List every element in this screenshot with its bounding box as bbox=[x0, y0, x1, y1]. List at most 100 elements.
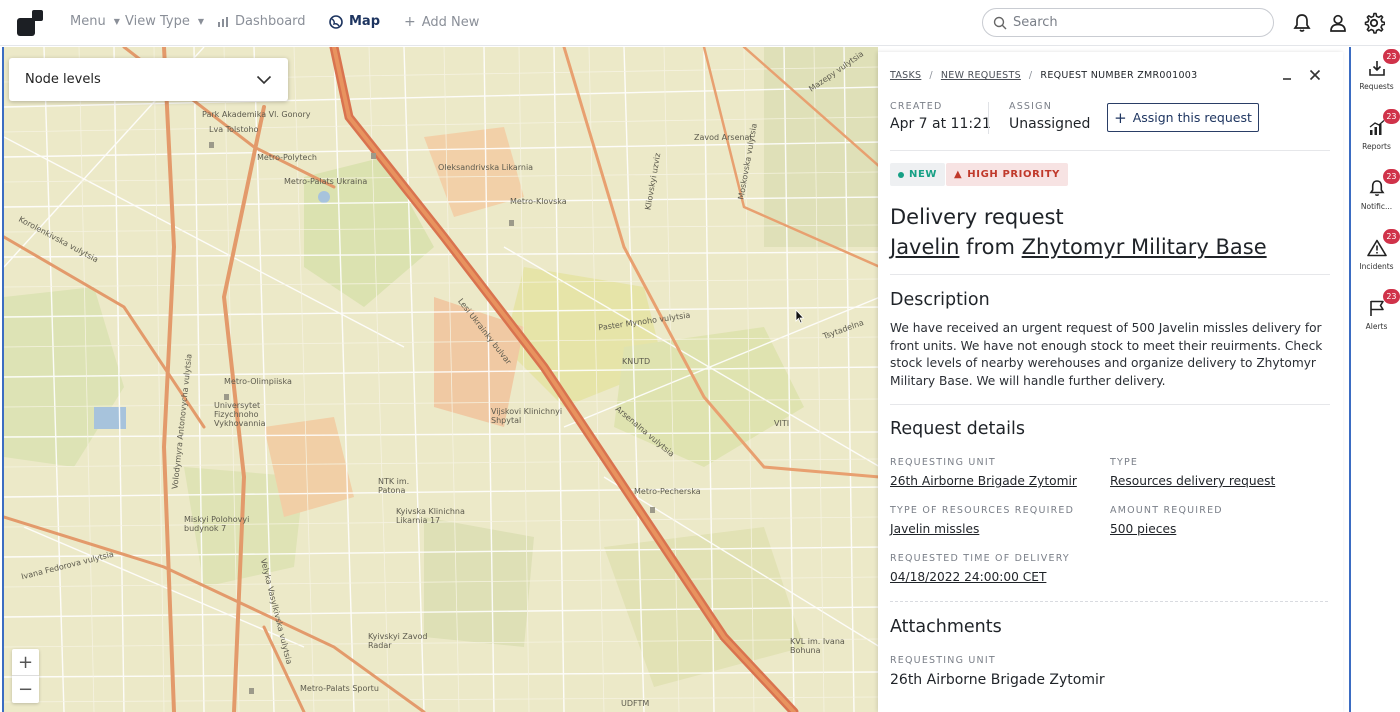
sidebar-item-label: Alerts bbox=[1365, 322, 1388, 331]
nav-map-label: Map bbox=[349, 14, 381, 29]
sidebar-item-label: Requests bbox=[1359, 82, 1394, 91]
map-label: Metro-Polytech bbox=[257, 153, 317, 162]
flag-icon: 23 bbox=[1366, 289, 1400, 319]
sidebar-item-reports[interactable]: 23 Reports bbox=[1351, 107, 1400, 157]
map-label: Metro-Klovska bbox=[510, 197, 567, 206]
breadcrumb-new-requests[interactable]: NEW REQUESTS bbox=[941, 70, 1021, 81]
alerts-count-badge: 23 bbox=[1383, 289, 1400, 304]
map-label: Metro-Olimpiiska bbox=[224, 377, 292, 386]
breadcrumb-current: REQUEST NUMBER ZMR001003 bbox=[1040, 70, 1198, 81]
breadcrumb: TASKS / NEW REQUESTS / REQUEST NUMBER ZM… bbox=[890, 70, 1197, 81]
attachment-unit-field: REQUESTING UNIT 26th Airborne Brigade Zy… bbox=[890, 655, 1105, 688]
requesting-unit-label: REQUESTING UNIT bbox=[890, 457, 996, 468]
priority-badge: ▲ HIGH PRIORITY bbox=[946, 163, 1068, 186]
user-icon[interactable] bbox=[1326, 11, 1350, 35]
mouse-cursor-icon bbox=[795, 309, 805, 324]
requests-count-badge: 23 bbox=[1383, 49, 1400, 64]
sidebar-item-label: Incidents bbox=[1359, 262, 1394, 271]
chevron-down-icon bbox=[256, 75, 272, 84]
nav-menu[interactable]: Menu ▼ bbox=[70, 14, 120, 29]
assign-label: ASSIGN bbox=[1009, 101, 1053, 112]
created-value: Apr 7 at 11:21 bbox=[890, 116, 991, 132]
request-details-heading: Request details bbox=[890, 419, 1025, 439]
status-badge-new-label: NEW bbox=[909, 169, 938, 180]
bell-icon[interactable] bbox=[1290, 11, 1314, 35]
nav-add-new[interactable]: + Add New bbox=[404, 14, 479, 30]
map-label: KNUTD bbox=[622, 357, 651, 366]
sidebar-item-label: Reports bbox=[1362, 142, 1391, 151]
right-sidebar: 23 Requests 23 Reports 23 Notific... 23 … bbox=[1349, 47, 1400, 712]
globe-icon bbox=[329, 14, 343, 29]
sidebar-item-label: Notific... bbox=[1360, 202, 1393, 211]
attachment-unit-value: 26th Airborne Brigade Zytomir bbox=[890, 672, 1105, 688]
breadcrumb-separator: / bbox=[929, 70, 933, 81]
minimize-icon bbox=[1283, 78, 1291, 80]
map-label: Kyivskyi Zavod Radar bbox=[368, 632, 428, 650]
delivery-time-link[interactable]: 04/18/2022 24:00:00 CET bbox=[890, 570, 1070, 584]
sidebar-item-requests[interactable]: 23 Requests bbox=[1351, 47, 1400, 97]
divider bbox=[890, 274, 1330, 275]
app-logo[interactable] bbox=[17, 10, 45, 38]
map-label: Metro-Pecherska bbox=[634, 487, 701, 496]
zoom-control: + − bbox=[12, 649, 39, 703]
bell-icon: 23 bbox=[1366, 169, 1400, 199]
breadcrumb-separator: / bbox=[1028, 70, 1033, 81]
divider bbox=[890, 404, 1330, 405]
close-button[interactable] bbox=[1306, 66, 1324, 84]
delivery-time-label: REQUESTED TIME OF DELIVERY bbox=[890, 553, 1070, 564]
requesting-unit-link[interactable]: 26th Airborne Brigade Zytomir bbox=[890, 474, 1077, 488]
gear-icon[interactable] bbox=[1362, 11, 1386, 35]
plus-icon: + bbox=[1114, 108, 1127, 127]
type-label: TYPE bbox=[1110, 457, 1139, 468]
breadcrumb-tasks[interactable]: TASKS bbox=[890, 70, 921, 81]
search-icon bbox=[993, 16, 1007, 29]
requesting-unit-field: REQUESTING UNIT 26th Airborne Brigade Zy… bbox=[890, 457, 1077, 488]
nav-map[interactable]: Map bbox=[329, 14, 380, 29]
request-item-link[interactable]: Javelin bbox=[890, 235, 959, 259]
assign-value: Unassigned bbox=[1009, 116, 1091, 132]
map-label: Lva Tolstoho bbox=[209, 125, 259, 134]
type-link[interactable]: Resources delivery request bbox=[1110, 474, 1275, 488]
resources-link[interactable]: Javelin missles bbox=[890, 522, 1074, 536]
map-label: Park Akademika Vl. Gonory bbox=[202, 110, 311, 119]
notifications-count-badge: 23 bbox=[1383, 169, 1400, 184]
nav-dashboard[interactable]: Dashboard bbox=[217, 14, 306, 29]
zoom-out-button[interactable]: − bbox=[12, 676, 39, 703]
top-bar: Menu ▼ View Type ▼ Dashboard Map + Add New bbox=[0, 0, 1400, 46]
sidebar-item-notifications[interactable]: 23 Notific... bbox=[1351, 167, 1400, 217]
created-label: CREATED bbox=[890, 101, 943, 112]
status-badge-new: NEW bbox=[890, 163, 946, 186]
warning-icon: ▲ bbox=[954, 169, 963, 180]
amount-link[interactable]: 500 pieces bbox=[1110, 522, 1223, 536]
minimize-button[interactable] bbox=[1278, 66, 1296, 84]
map-label: Universytet Fizychnoho Vykhovannia bbox=[214, 401, 266, 428]
sidebar-item-incidents[interactable]: 23 Incidents bbox=[1351, 227, 1400, 277]
node-levels-dropdown[interactable]: Node levels bbox=[9, 58, 288, 101]
delivery-time-field: REQUESTED TIME OF DELIVERY 04/18/2022 24… bbox=[890, 553, 1070, 584]
status-dot-icon bbox=[898, 171, 904, 178]
caret-down-icon: ▼ bbox=[113, 17, 120, 26]
map-label: NTK im. Patona bbox=[378, 477, 410, 495]
amount-label: AMOUNT REQUIRED bbox=[1110, 505, 1223, 516]
zoom-in-button[interactable]: + bbox=[12, 649, 39, 676]
type-field: TYPE Resources delivery request bbox=[1110, 457, 1275, 488]
search-box[interactable] bbox=[982, 8, 1274, 37]
request-location-link[interactable]: Zhytomyr Military Base bbox=[1022, 235, 1267, 259]
assign-request-button[interactable]: + Assign this request bbox=[1107, 103, 1259, 132]
created-field: CREATED Apr 7 at 11:21 bbox=[890, 101, 991, 132]
nav-menu-label: Menu bbox=[70, 14, 106, 29]
chart-icon: 23 bbox=[1366, 109, 1400, 139]
description-text: We have received an urgent request of 50… bbox=[890, 321, 1323, 388]
request-title: Delivery request Javelin from Zhytomyr M… bbox=[890, 202, 1267, 262]
map-label: KVL im. Ivana Bohuna bbox=[790, 637, 845, 655]
search-input[interactable] bbox=[1013, 15, 1253, 30]
map-label: VITI bbox=[774, 419, 790, 428]
sidebar-item-alerts[interactable]: 23 Alerts bbox=[1351, 287, 1400, 337]
assign-request-label: Assign this request bbox=[1132, 110, 1252, 125]
map-view[interactable]: Park Akademika Vl. Gonory Metro-Polytech… bbox=[2, 47, 878, 712]
map-label: Metro-Palats Sportu bbox=[300, 684, 379, 693]
nav-dashboard-label: Dashboard bbox=[235, 14, 306, 29]
nav-view-type[interactable]: View Type ▼ bbox=[125, 14, 204, 29]
attachment-unit-label: REQUESTING UNIT bbox=[890, 655, 996, 666]
node-levels-label: Node levels bbox=[25, 72, 101, 87]
